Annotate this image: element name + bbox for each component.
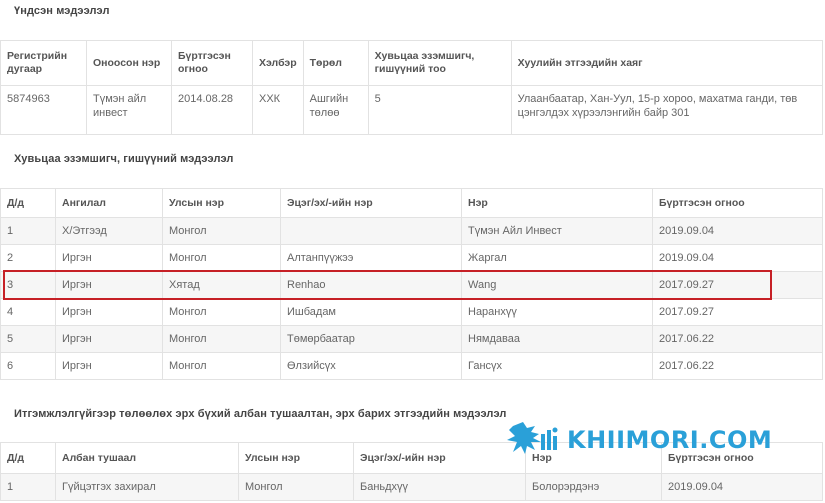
section-title-shareholders: Хувьцаа эзэмшигч, гишүүний мэдээлэл bbox=[14, 153, 234, 165]
table-cell: Монгол bbox=[162, 352, 281, 380]
table-cell: Төмөрбаатар bbox=[280, 325, 462, 353]
table-cell: Гүйцэтгэх захирал bbox=[55, 473, 239, 501]
highlight-box bbox=[3, 270, 772, 300]
table-cell: Баньдхүү bbox=[353, 473, 526, 501]
column-header: Нэр bbox=[461, 188, 653, 218]
table-cell: 2019.09.04 bbox=[661, 473, 823, 501]
table-row: 4 Иргэн Монгол Ишбадам Наранхүү 2017.09.… bbox=[0, 298, 823, 326]
table-row: 5874963 Түмэн айл инвест 2014.08.28 ХХК … bbox=[0, 85, 824, 135]
table-cell bbox=[280, 217, 462, 245]
column-header: Оноосон нэр bbox=[86, 40, 172, 86]
table-cell: 2019.09.04 bbox=[652, 244, 823, 272]
table-cell: Гансүх bbox=[461, 352, 653, 380]
table-cell: 1 bbox=[0, 473, 56, 501]
column-header: Улсын нэр bbox=[162, 188, 281, 218]
table-cell: Наранхүү bbox=[461, 298, 653, 326]
column-header: Д/д bbox=[0, 188, 56, 218]
table-cell: Түмэн Айл Инвест bbox=[461, 217, 653, 245]
table-cell: 6 bbox=[0, 352, 56, 380]
column-header: Улсын нэр bbox=[238, 442, 354, 474]
table-cell: 5 bbox=[367, 85, 512, 135]
column-header: Хэлбэр bbox=[252, 40, 304, 86]
column-header: Бүртгэсэн огноо bbox=[171, 40, 253, 86]
table-cell: Иргэн bbox=[55, 352, 163, 380]
column-header: Ангилал bbox=[55, 188, 163, 218]
table-cell: Алтанпүүжээ bbox=[280, 244, 462, 272]
watermark: KHIIMORI.COM bbox=[505, 420, 810, 460]
table-cell: Өлзийсүх bbox=[280, 352, 462, 380]
table-cell: Иргэн bbox=[55, 244, 163, 272]
section-title-officers: Итгэмжлэлгүйгээр төлөөлөх эрх бүхий алба… bbox=[14, 408, 507, 420]
table-cell: 2014.08.28 bbox=[171, 85, 253, 135]
column-header: Регистрийн дугаар bbox=[0, 40, 87, 86]
horse-logo-icon bbox=[507, 422, 558, 454]
table-cell: 2017.06.22 bbox=[652, 325, 823, 353]
table-cell: Ишбадам bbox=[280, 298, 462, 326]
column-header: Хуулийн этгээдийн хаяг bbox=[510, 40, 824, 86]
watermark-text: KHIIMORI.COM bbox=[567, 426, 773, 454]
table-cell: Иргэн bbox=[55, 298, 163, 326]
table-cell: Монгол bbox=[162, 217, 281, 245]
column-header: Бүртгэсэн огноо bbox=[652, 188, 823, 218]
table-cell: 2 bbox=[0, 244, 56, 272]
table-row: 6 Иргэн Монгол Өлзийсүх Гансүх 2017.06.2… bbox=[0, 352, 823, 380]
basic-info-table: Регистрийн дугаар Оноосон нэр Бүртгэсэн … bbox=[0, 40, 824, 135]
table-cell: Түмэн айл инвест bbox=[86, 85, 172, 135]
table-cell: Монгол bbox=[238, 473, 354, 501]
column-header: Д/д bbox=[0, 442, 56, 474]
column-header: Хувьцаа эзэмшигч, гишүүний тоо bbox=[367, 40, 512, 86]
table-cell: ХХК bbox=[252, 85, 304, 135]
table-cell: Монгол bbox=[162, 298, 281, 326]
table-cell: 5 bbox=[0, 325, 56, 353]
column-header: Эцэг/эх/-ийн нэр bbox=[280, 188, 462, 218]
table-cell: Х/Этгээд bbox=[55, 217, 163, 245]
table-cell: Улаанбаатар, Хан-Уул, 15-р хороо, махатм… bbox=[510, 85, 824, 135]
table-cell: 2017.06.22 bbox=[652, 352, 823, 380]
table-cell: 5874963 bbox=[0, 85, 87, 135]
table-header-row: Д/д Ангилал Улсын нэр Эцэг/эх/-ийн нэр Н… bbox=[0, 188, 823, 218]
table-row: 5 Иргэн Монгол Төмөрбаатар Нямдаваа 2017… bbox=[0, 325, 823, 353]
table-row: 2 Иргэн Монгол Алтанпүүжээ Жаргал 2019.0… bbox=[0, 244, 823, 272]
table-cell: 2017.09.27 bbox=[652, 298, 823, 326]
table-cell: Монгол bbox=[162, 244, 281, 272]
table-cell: Нямдаваа bbox=[461, 325, 653, 353]
column-header: Эцэг/эх/-ийн нэр bbox=[353, 442, 526, 474]
table-cell: Иргэн bbox=[55, 325, 163, 353]
table-cell: Ашгийн төлөө bbox=[302, 85, 369, 135]
table-cell: 1 bbox=[0, 217, 56, 245]
table-row: 1 Гүйцэтгэх захирал Монгол Баньдхүү Боло… bbox=[0, 473, 823, 501]
table-cell: 2019.09.04 bbox=[652, 217, 823, 245]
column-header: Төрөл bbox=[302, 40, 369, 86]
table-cell: Монгол bbox=[162, 325, 281, 353]
table-cell: 4 bbox=[0, 298, 56, 326]
table-cell: Болорэрдэнэ bbox=[525, 473, 662, 501]
table-cell: Жаргал bbox=[461, 244, 653, 272]
table-row: 1 Х/Этгээд Монгол Түмэн Айл Инвест 2019.… bbox=[0, 217, 823, 245]
table-header-row: Регистрийн дугаар Оноосон нэр Бүртгэсэн … bbox=[0, 40, 824, 86]
section-title-basic-info: Үндсэн мэдээлэл bbox=[14, 5, 110, 17]
column-header: Албан тушаал bbox=[55, 442, 239, 474]
